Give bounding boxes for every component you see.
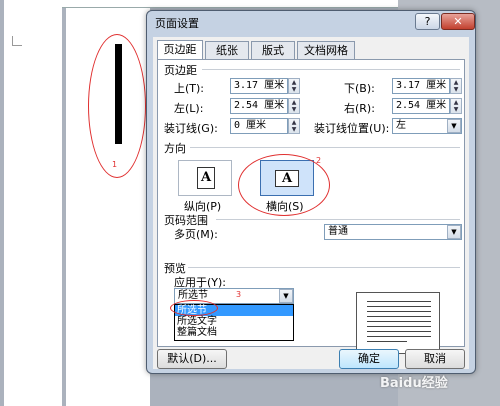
margin-corner-mark: [12, 36, 22, 46]
divider: [190, 147, 460, 148]
preview-line: [367, 341, 407, 342]
divider: [202, 69, 460, 70]
right-margin-field[interactable]: 2.54 厘米: [392, 98, 450, 114]
preview-page: [356, 292, 440, 354]
preview-line: [367, 311, 431, 312]
ruler-strip: [62, 0, 402, 8]
page-setup-dialog: 页面设置 ? ✕ 页边距 纸张 版式 文档网格 页边距 上(T): 3.17 厘…: [146, 10, 476, 374]
default-button[interactable]: 默认(D)...: [157, 349, 227, 369]
preview-line: [367, 331, 431, 332]
chevron-down-icon[interactable]: ▼: [447, 119, 461, 133]
dialog-title: 页面设置: [155, 17, 199, 30]
left-margin-field[interactable]: 2.54 厘米: [230, 98, 288, 114]
annotation-ellipse-3: [170, 300, 218, 316]
multiple-pages-value: 普通: [328, 226, 348, 237]
annotation-ellipse-1: [88, 34, 146, 178]
preview-line: [367, 301, 431, 302]
bottom-margin-field[interactable]: 3.17 厘米: [392, 78, 450, 94]
preview-line: [367, 336, 431, 337]
gutter-spinner[interactable]: ▲ ▼: [288, 118, 300, 134]
close-button[interactable]: ✕: [441, 13, 475, 30]
gutter-position-select[interactable]: 左 ▼: [392, 118, 462, 134]
annotation-number-3: 3: [236, 290, 242, 299]
portrait-option[interactable]: A: [178, 160, 232, 196]
divider: [216, 219, 460, 220]
section-margins: 页边距: [164, 64, 197, 77]
watermark: Baidu经验: [380, 376, 448, 391]
annotation-number-1: 1: [112, 160, 118, 169]
document-page: [4, 0, 62, 406]
gutter-field[interactable]: 0 厘米: [230, 118, 288, 134]
option-selected-text[interactable]: 所选文字: [175, 316, 293, 327]
tab-doc-grid[interactable]: 文档网格: [297, 41, 355, 59]
tab-margins[interactable]: 页边距: [157, 40, 203, 60]
cancel-button[interactable]: 取消: [405, 349, 465, 369]
right-margin-label: 右(R):: [344, 102, 375, 115]
tab-layout[interactable]: 版式: [251, 41, 295, 59]
chevron-down-icon[interactable]: ▼: [447, 225, 461, 239]
top-margin-spinner[interactable]: ▲ ▼: [288, 78, 300, 94]
preview-line: [367, 306, 431, 307]
gutter-position-label: 装订线位置(U):: [314, 122, 390, 135]
bottom-margin-spinner[interactable]: ▲ ▼: [450, 78, 462, 94]
section-orientation: 方向: [164, 142, 186, 155]
tab-panel: 页边距 上(T): 3.17 厘米 ▲ ▼ 下(B): 3.17 厘米 ▲ ▼ 左(…: [157, 59, 465, 354]
option-whole-document[interactable]: 整篇文档: [175, 327, 293, 338]
annotation-number-2: 2: [316, 156, 322, 165]
gutter-position-value: 左: [396, 120, 406, 131]
ok-button[interactable]: 确定: [339, 349, 399, 369]
help-button[interactable]: ?: [415, 13, 440, 30]
gutter-label: 装订线(G):: [164, 122, 218, 135]
top-margin-label: 上(T):: [174, 82, 205, 95]
chevron-down-icon[interactable]: ▼: [279, 289, 293, 303]
preview-line: [367, 321, 431, 322]
title-bar[interactable]: 页面设置 ? ✕: [147, 11, 475, 35]
top-margin-field[interactable]: 3.17 厘米: [230, 78, 288, 94]
divider: [188, 267, 460, 268]
preview-line: [367, 326, 431, 327]
multiple-pages-label: 多页(M):: [174, 228, 218, 241]
tab-paper[interactable]: 纸张: [205, 41, 249, 59]
left-margin-label: 左(L):: [174, 102, 204, 115]
left-margin-spinner[interactable]: ▲ ▼: [288, 98, 300, 114]
portrait-page-icon: A: [197, 167, 215, 189]
right-margin-spinner[interactable]: ▲ ▼: [450, 98, 462, 114]
preview-line: [367, 316, 431, 317]
bottom-margin-label: 下(B):: [344, 82, 375, 95]
multiple-pages-select[interactable]: 普通 ▼: [324, 224, 462, 240]
dialog-client: 页边距 纸张 版式 文档网格 页边距 上(T): 3.17 厘米 ▲ ▼ 下(B)…: [153, 37, 469, 369]
